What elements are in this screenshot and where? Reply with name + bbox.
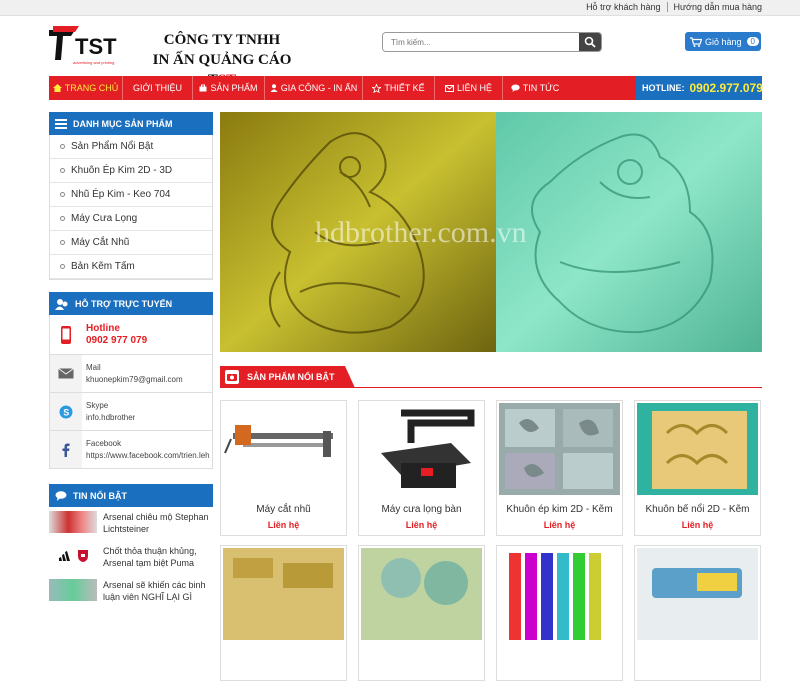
- featured-news: TIN NỔI BẬT Arsenal chiêu mộ Stephan Lic…: [49, 484, 213, 609]
- product-image: [637, 548, 758, 640]
- home-icon: [52, 84, 62, 92]
- product-image: [499, 548, 620, 640]
- facebook-icon: [62, 443, 70, 457]
- online-support: HỖ TRỢ TRỰC TUYẾN Hotline 0902 977 079 M…: [49, 292, 213, 469]
- svg-text:S: S: [63, 407, 69, 417]
- search-icon: [584, 36, 596, 48]
- product-image: [499, 403, 620, 495]
- logo-tagline: advertising and printing: [73, 60, 114, 65]
- star-icon: [372, 83, 382, 93]
- product-card[interactable]: Khuôn bế nổi 2D - Kẽm Liên hệ: [634, 400, 761, 536]
- menu-icon: [55, 118, 67, 129]
- nav-contact[interactable]: LIÊN HỆ: [435, 76, 503, 100]
- news-item[interactable]: Arsenal sẽ khiến các binh luận viên NGHĨ…: [49, 575, 213, 609]
- nav-design[interactable]: THIẾT KẾ: [363, 76, 435, 100]
- category-item[interactable]: Máy Cưa Lọng: [50, 207, 212, 231]
- mail-link[interactable]: khuonepkim79@gmail.com: [86, 374, 183, 386]
- category-item[interactable]: Nhũ Ép Kim - Keo 704: [50, 183, 212, 207]
- news-thumbnail: [49, 511, 97, 533]
- facebook-link[interactable]: https://www.facebook.com/trien.leh: [86, 450, 210, 462]
- arsenal-crest-icon: [78, 550, 88, 562]
- nav-processing[interactable]: GIA CÔNG - IN ẤN: [265, 76, 363, 100]
- support-skype: S Skype info.hdbrother: [49, 393, 213, 431]
- product-price: Liên hệ: [267, 520, 300, 530]
- product-card[interactable]: [220, 545, 347, 681]
- product-name[interactable]: Khuôn ép kim 2D - Kẽm: [497, 504, 622, 515]
- news-title: TIN NỔI BẬT: [49, 484, 213, 507]
- phone-icon: [61, 325, 71, 344]
- mail-icon: [58, 368, 74, 379]
- bag-icon: [199, 84, 207, 92]
- news-item[interactable]: Arsenal chiêu mộ Stephan Lichtsteiner: [49, 507, 213, 541]
- shopping-guide-link[interactable]: Hướng dẫn mua hàng: [674, 2, 762, 12]
- top-bar: Hỗ trợ khách hàng Hướng dẫn mua hàng: [0, 0, 800, 16]
- product-card[interactable]: [496, 545, 623, 681]
- product-price: Liên hệ: [681, 520, 714, 530]
- hotline-number[interactable]: 0902.977.079: [690, 81, 763, 95]
- support-mail: Mail khuonepkim79@gmail.com: [49, 355, 213, 393]
- product-image: [223, 403, 344, 495]
- company-line-1: CÔNG TY TNHH: [163, 32, 281, 48]
- nav-products[interactable]: SẢN PHẨM: [193, 76, 265, 100]
- top-links: Hỗ trợ khách hàng Hướng dẫn mua hàng: [586, 2, 762, 12]
- search-input[interactable]: [383, 33, 578, 51]
- support-facebook: Facebook https://www.facebook.com/trien.l…: [49, 431, 213, 469]
- category-item[interactable]: Máy Cắt Nhũ: [50, 231, 212, 255]
- divider: [666, 2, 668, 12]
- product-card[interactable]: Khuôn ép kim 2D - Kẽm Liên hệ: [496, 400, 623, 536]
- cart-button[interactable]: Giỏ hàng 0: [685, 32, 761, 51]
- category-list: Sản Phẩm Nổi Bật Khuôn Ép Kim 2D - 3D Nh…: [49, 135, 213, 280]
- camera-icon: [225, 370, 239, 384]
- support-hotline: Hotline 0902 977 079: [49, 315, 213, 355]
- product-card[interactable]: Máy cắt nhũ Liên hệ: [220, 400, 347, 536]
- category-item[interactable]: Khuôn Ép Kim 2D - 3D: [50, 159, 212, 183]
- chat-icon: [511, 84, 520, 92]
- product-name[interactable]: Khuôn bế nổi 2D - Kẽm: [635, 504, 760, 515]
- hero-banner[interactable]: hdbrother.com.vn: [220, 112, 762, 352]
- logo[interactable]: TST advertising and printing: [49, 26, 129, 66]
- featured-products-header: SẢN PHẨM NỔI BẬT: [220, 366, 762, 388]
- product-name[interactable]: Máy cưa lọng bàn: [359, 504, 484, 515]
- support-hotline-number[interactable]: 0902 977 079: [86, 335, 147, 347]
- product-price: Liên hệ: [405, 520, 438, 530]
- nav-news[interactable]: TIN TỨC: [503, 76, 567, 100]
- customer-support-link[interactable]: Hỗ trợ khách hàng: [586, 2, 660, 12]
- product-card[interactable]: [358, 545, 485, 681]
- news-item[interactable]: Chốt thỏa thuận khủng, Arsenal tạm biệt …: [49, 541, 213, 575]
- product-price: Liên hệ: [543, 520, 576, 530]
- product-image: [361, 403, 482, 495]
- featured-products-title: SẢN PHẨM NỔI BẬT: [220, 366, 354, 388]
- cart-icon: [690, 36, 702, 47]
- skype-link[interactable]: info.hdbrother: [86, 412, 135, 424]
- chat-icon: [55, 490, 67, 501]
- adidas-logo-icon: [59, 551, 70, 561]
- product-card[interactable]: Máy cưa lọng bàn Liên hệ: [358, 400, 485, 536]
- product-image: [637, 403, 758, 495]
- product-name[interactable]: Máy cắt nhũ: [221, 504, 346, 515]
- logo-text: TST: [75, 34, 117, 59]
- cart-count-badge: 0: [746, 37, 759, 46]
- search-button[interactable]: [579, 33, 601, 51]
- category-item[interactable]: Bản Kẽm Tấm: [50, 255, 212, 279]
- support-title: HỖ TRỢ TRỰC TUYẾN: [49, 292, 213, 315]
- categories-title: DANH MỤC SẢN PHẨM: [49, 112, 213, 135]
- product-card[interactable]: [634, 545, 761, 681]
- mail-icon: [444, 84, 454, 92]
- nav-about[interactable]: GIỚI THIỆU: [123, 76, 193, 100]
- nav-home[interactable]: TRANG CHỦ: [49, 76, 123, 100]
- nav-hotline: HOTLINE: 0902.977.079: [636, 76, 763, 100]
- product-image: [361, 548, 482, 640]
- category-item[interactable]: Sản Phẩm Nổi Bật: [50, 135, 212, 159]
- skype-icon: S: [59, 405, 73, 418]
- sidebar: DANH MỤC SẢN PHẨM Sản Phẩm Nổi Bật Khuôn…: [49, 112, 213, 609]
- user-icon: [270, 84, 278, 92]
- news-thumbnail: [49, 579, 97, 601]
- support-icon: [55, 298, 68, 310]
- cart-label: Giỏ hàng: [705, 36, 742, 47]
- product-image: [223, 548, 344, 640]
- news-thumbnail: [49, 545, 97, 567]
- search-box[interactable]: [382, 32, 602, 52]
- banner-watermark: hdbrother.com.vn: [315, 216, 527, 249]
